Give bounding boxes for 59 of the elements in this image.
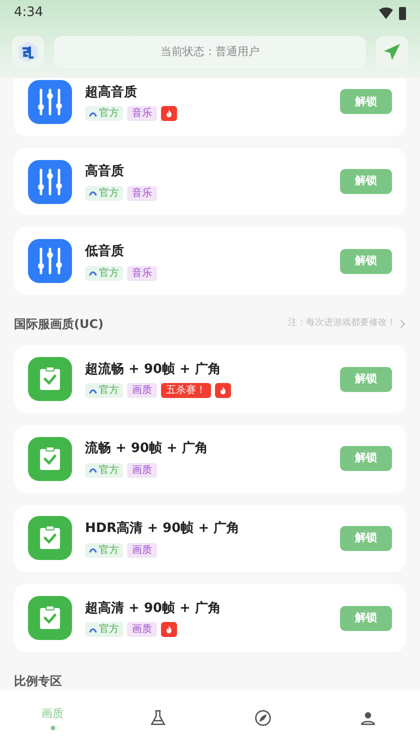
equalizer-icon [28, 239, 72, 284]
status-bar-field: 当前状态：普通用户 [54, 36, 366, 68]
category-tag: 音乐 [127, 106, 157, 122]
category-tag: 音乐 [127, 186, 157, 201]
category-tag: 画质 [127, 622, 157, 638]
item-title: 高音质 [85, 162, 125, 182]
arch-icon [89, 546, 97, 554]
category-tag: 音乐 [127, 266, 157, 281]
send-icon [383, 43, 401, 61]
wifi-icon [379, 7, 393, 19]
battery-icon [399, 6, 406, 20]
arch-icon [89, 189, 97, 198]
official-tag: 官方 [85, 186, 123, 201]
unlock-button[interactable]: 解锁 [340, 169, 392, 194]
category-tag: 画质 [127, 462, 157, 478]
status-time: 4:34 [14, 4, 44, 22]
item-title: 流畅 + 90帧 + 广角 [85, 440, 209, 458]
flame-icon [218, 386, 228, 396]
unlock-button[interactable]: 解锁 [340, 89, 392, 114]
arch-icon [89, 386, 97, 395]
arch-icon [89, 466, 97, 474]
item-title: HDR高清 + 90帧 + 广角 [85, 520, 241, 538]
official-tag: 官方 [85, 266, 123, 281]
category-tag: 画质 [127, 383, 157, 398]
official-tag: 官方 [85, 383, 123, 398]
promo-tag: 五杀赛！ [161, 383, 211, 398]
clipboard-icon [28, 357, 72, 402]
leaf-icon [254, 709, 272, 727]
clipboard-icon [28, 516, 72, 560]
item-title: 低音质 [85, 242, 125, 262]
flask-icon [148, 709, 166, 727]
official-tag: 官方 [85, 106, 123, 122]
item-title: 超高清 + 90帧 + 广角 [85, 600, 222, 618]
category-tag: 画质 [127, 542, 157, 558]
clipboard-icon [28, 596, 72, 640]
item-title: 超高音质 [85, 84, 138, 102]
unlock-button[interactable]: 解锁 [340, 446, 392, 472]
flame-icon [164, 624, 174, 635]
equalizer-icon [28, 160, 72, 204]
arch-icon [89, 110, 97, 118]
unlock-button[interactable]: 解锁 [340, 366, 392, 392]
nav-tab[interactable]: 画质 [0, 706, 105, 730]
official-tag: 官方 [85, 622, 123, 638]
section-title: 比例专区 [14, 673, 62, 690]
unlock-button[interactable]: 解锁 [340, 606, 392, 631]
official-tag: 官方 [85, 462, 123, 478]
official-tag: 官方 [85, 542, 123, 558]
clipboard-icon [28, 436, 72, 481]
arch-icon [89, 626, 97, 634]
item-title: 超流畅 + 90帧 + 广角 [85, 360, 222, 379]
section-note: 注：每次进游戏都要修改！ [288, 317, 396, 330]
flame-icon [164, 108, 174, 119]
arch-icon [89, 269, 97, 278]
app-logo[interactable] [12, 36, 44, 68]
user-icon [358, 709, 376, 727]
section-title: 国际服画质(UC) [14, 316, 104, 334]
chevron-icon [400, 319, 406, 330]
unlock-button[interactable]: 解锁 [340, 248, 392, 274]
unlock-button[interactable]: 解锁 [340, 526, 392, 551]
